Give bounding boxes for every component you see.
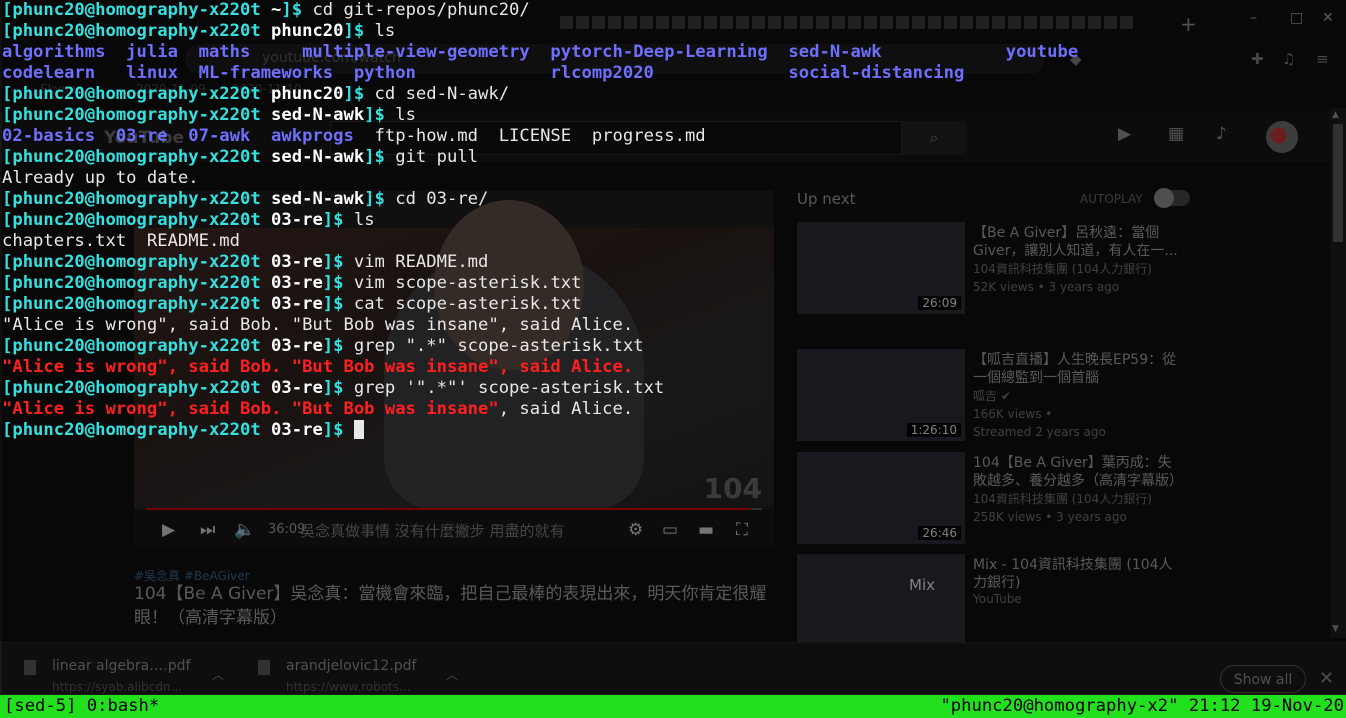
terminal-line: chapters.txt README.md [2, 231, 1346, 252]
shell-prompt: [phunc20@homography-x220t [2, 378, 272, 398]
shell-prompt: [phunc20@homography-x220t [2, 21, 272, 41]
terminal-text: "Alice is wrong", said Bob. "But Bob was… [2, 357, 634, 377]
terminal-text: cd 03-re/ [395, 189, 489, 209]
terminal-line: "Alice is wrong", said Bob. "But Bob was… [2, 399, 1346, 420]
shell-prompt: [phunc20@homography-x220t [2, 189, 272, 209]
shell-prompt: ]$ [364, 105, 396, 125]
terminal-line: [phunc20@homography-x220t 03-re]$ [2, 420, 1346, 441]
shell-prompt: sed-N-awk [271, 147, 365, 167]
terminal-text: vim scope-asterisk.txt [353, 273, 582, 293]
shell-prompt: ]$ [322, 336, 354, 356]
shell-prompt: [phunc20@homography-x220t [2, 273, 272, 293]
shell-prompt: ]$ [281, 0, 313, 20]
terminal-text: algorithms julia maths multiple-view-geo… [2, 42, 1079, 62]
terminal-line: [phunc20@homography-x220t 03-re]$ vim sc… [2, 273, 1346, 294]
shell-prompt: 03-re [271, 294, 323, 314]
terminal-text: ls [353, 210, 375, 230]
terminal-line: [phunc20@homography-x220t 03-re]$ ls [2, 210, 1346, 231]
terminal-text: codelearn linux ML-frameworks python rlc… [2, 63, 965, 83]
terminal-line: [phunc20@homography-x220t phunc20]$ ls [2, 21, 1346, 42]
shell-prompt: ~ [271, 0, 282, 20]
shell-prompt: [phunc20@homography-x220t [2, 294, 272, 314]
terminal-text: cd sed-N-awk/ [374, 84, 510, 104]
shell-prompt: [phunc20@homography-x220t [2, 105, 272, 125]
terminal-line: 02-basics 03-re 07-awk awkprogs ftp-how.… [2, 126, 1346, 147]
shell-prompt: ]$ [322, 210, 354, 230]
shell-prompt: ]$ [322, 252, 354, 272]
tmux-status-right: "phunc20@homography-x2" 21:12 19-Nov-20 [940, 696, 1344, 716]
terminal-line: [phunc20@homography-x220t 03-re]$ vim RE… [2, 252, 1346, 273]
shell-prompt: [phunc20@homography-x220t [2, 210, 272, 230]
shell-prompt: ]$ [322, 273, 354, 293]
shell-prompt: [phunc20@homography-x220t [2, 336, 272, 356]
shell-prompt: [phunc20@homography-x220t [2, 84, 272, 104]
terminal-line: [phunc20@homography-x220t sed-N-awk]$ gi… [2, 147, 1346, 168]
shell-prompt: 03-re [271, 210, 323, 230]
terminal-text: , said Alice. [498, 399, 634, 419]
terminal-text: ls [395, 105, 416, 125]
terminal-text: chapters.txt README.md [2, 231, 240, 251]
terminal-line: codelearn linux ML-frameworks python rlc… [2, 63, 1346, 84]
shell-prompt: [phunc20@homography-x220t [2, 0, 272, 20]
terminal-text: grep '".*"' scope-asterisk.txt [353, 378, 665, 398]
shell-prompt: [phunc20@homography-x220t [2, 420, 272, 440]
shell-prompt: [phunc20@homography-x220t [2, 147, 272, 167]
tmux-window-list[interactable]: [sed-5] 0:bash* [4, 695, 159, 718]
terminal-text: Already up to date. [2, 168, 199, 188]
shell-prompt: ]$ [364, 147, 396, 167]
shell-prompt: ]$ [322, 294, 354, 314]
terminal-line: "Alice is wrong", said Bob. "But Bob was… [2, 357, 1346, 378]
shell-prompt: sed-N-awk [271, 105, 365, 125]
terminal-text: 02-basics 03-re 07-awk awkprogs [2, 126, 354, 146]
shell-prompt: 03-re [271, 336, 323, 356]
shell-prompt: ]$ [364, 189, 396, 209]
terminal-line: [phunc20@homography-x220t 03-re]$ grep "… [2, 336, 1346, 357]
shell-prompt: 03-re [271, 378, 323, 398]
shell-prompt: phunc20 [271, 21, 344, 41]
shell-prompt: ]$ [322, 378, 354, 398]
terminal-line: [phunc20@homography-x220t 03-re]$ grep '… [2, 378, 1346, 399]
terminal-cursor [353, 420, 364, 439]
terminal-text: grep ".*" scope-asterisk.txt [353, 336, 644, 356]
terminal-text: git pull [395, 147, 479, 167]
terminal-text: ftp-how.md LICENSE progress.md [353, 126, 706, 146]
terminal-text: ls [374, 21, 396, 41]
tmux-status-bar: [sed-5] 0:bash* "phunc20@homography-x2" … [0, 695, 1346, 718]
terminal-line: [phunc20@homography-x220t ~]$ cd git-rep… [2, 0, 1346, 21]
shell-prompt: sed-N-awk [271, 189, 365, 209]
shell-prompt: phunc20 [271, 84, 344, 104]
terminal-line: [phunc20@homography-x220t phunc20]$ cd s… [2, 84, 1346, 105]
terminal-line: Already up to date. [2, 168, 1346, 189]
shell-prompt: [phunc20@homography-x220t [2, 252, 272, 272]
terminal-text: cd git-repos/phunc20/ [312, 0, 530, 20]
terminal-line: [phunc20@homography-x220t sed-N-awk]$ cd… [2, 189, 1346, 210]
terminal-line: [phunc20@homography-x220t sed-N-awk]$ ls [2, 105, 1346, 126]
terminal-window[interactable]: [phunc20@homography-x220t ~]$ cd git-rep… [2, 0, 1346, 694]
terminal-text: "Alice is wrong", said Bob. "But Bob was… [2, 399, 499, 419]
terminal-line: "Alice is wrong", said Bob. "But Bob was… [2, 315, 1346, 336]
shell-prompt: 03-re [271, 252, 323, 272]
shell-prompt: 03-re [271, 273, 323, 293]
terminal-text: "Alice is wrong", said Bob. "But Bob was… [2, 315, 634, 335]
terminal-line: [phunc20@homography-x220t 03-re]$ cat sc… [2, 294, 1346, 315]
shell-prompt: ]$ [322, 420, 354, 440]
shell-prompt: ]$ [343, 21, 375, 41]
terminal-text: vim README.md [353, 252, 489, 272]
terminal-text: cat scope-asterisk.txt [353, 294, 582, 314]
shell-prompt: ]$ [343, 84, 375, 104]
terminal-line: algorithms julia maths multiple-view-geo… [2, 42, 1346, 63]
shell-prompt: 03-re [271, 420, 323, 440]
